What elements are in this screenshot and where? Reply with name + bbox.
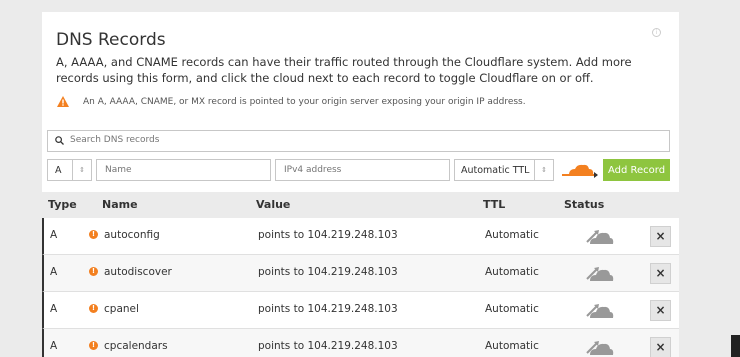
type-select[interactable]: A ⇕ — [47, 159, 92, 181]
record-type[interactable]: A — [50, 340, 57, 352]
table-header: Type Name Value TTL Status — [42, 192, 679, 218]
header-ttl[interactable]: TTL — [483, 198, 505, 211]
add-record-button[interactable]: Add Record — [603, 159, 670, 181]
close-icon[interactable]: × — [650, 226, 671, 247]
scrollbar-corner — [731, 335, 740, 357]
record-type[interactable]: A — [50, 229, 57, 241]
warning-icon — [57, 96, 69, 107]
warning-text: An A, AAAA, CNAME, or MX record is point… — [83, 97, 526, 107]
cloud-icon[interactable] — [585, 339, 615, 357]
table-row[interactable]: A! cpcalendars points to 104.219.248.103 Au… — [42, 329, 679, 357]
cloud-icon[interactable] — [585, 302, 615, 320]
record-ttl[interactable]: Automatic — [485, 229, 539, 241]
record-name[interactable]: autodiscover — [104, 266, 172, 278]
close-icon[interactable]: × — [650, 337, 671, 357]
card-title: DNS Records — [56, 30, 166, 50]
search-icon — [55, 136, 64, 145]
alert-icon: ! — [89, 267, 98, 276]
record-type[interactable]: A — [50, 266, 57, 278]
dns-records-card: DNS Records i A, AAAA, and CNAME records… — [42, 12, 679, 192]
record-ttl[interactable]: Automatic — [485, 340, 539, 352]
header-value[interactable]: Value — [256, 198, 290, 211]
search-input[interactable] — [70, 135, 660, 145]
ipv4-input[interactable] — [275, 159, 450, 181]
chevron-updown-icon[interactable]: ⇕ — [72, 160, 91, 180]
table-row[interactable]: A! autodiscover points to 104.219.248.103 A… — [42, 255, 679, 292]
alert-icon: ! — [89, 341, 98, 350]
record-value[interactable]: points to 104.219.248.103 — [258, 229, 398, 241]
header-status: Status — [564, 198, 605, 211]
record-name[interactable]: autoconfig — [104, 229, 160, 241]
right-margin — [679, 0, 740, 357]
left-margin — [0, 0, 42, 357]
search-box[interactable] — [47, 130, 670, 152]
chevron-updown-icon[interactable]: ⇕ — [534, 160, 553, 180]
alert-icon: ! — [89, 230, 98, 239]
header-type[interactable]: Type — [48, 198, 77, 211]
ttl-select[interactable]: Automatic TTL ⇕ — [454, 159, 554, 181]
record-type[interactable]: A — [50, 303, 57, 315]
close-icon[interactable]: × — [650, 300, 671, 321]
record-ttl[interactable]: Automatic — [485, 303, 539, 315]
record-value[interactable]: points to 104.219.248.103 — [258, 340, 398, 352]
record-value[interactable]: points to 104.219.248.103 — [258, 266, 398, 278]
alert-icon: ! — [89, 304, 98, 313]
type-value: A — [55, 165, 62, 176]
close-icon[interactable]: × — [650, 263, 671, 284]
ttl-value: Automatic TTL — [461, 165, 530, 176]
table-row[interactable]: A! autoconfig points to 104.219.248.103 Aut… — [42, 218, 679, 255]
record-value[interactable]: points to 104.219.248.103 — [258, 303, 398, 315]
table-row[interactable]: A! cpanel points to 104.219.248.103 Automat… — [42, 292, 679, 329]
info-icon[interactable]: i — [652, 28, 661, 37]
card-description: A, AAAA, and CNAME records can have thei… — [56, 55, 632, 85]
record-ttl[interactable]: Automatic — [485, 266, 539, 278]
cloud-icon[interactable] — [561, 162, 599, 180]
record-name[interactable]: cpcalendars — [104, 340, 168, 352]
dns-records-table: Type Name Value TTL Status A! autoconfig p… — [42, 192, 679, 357]
header-name[interactable]: Name — [102, 198, 138, 211]
cloud-icon[interactable] — [585, 265, 615, 283]
cloud-icon[interactable] — [585, 228, 615, 246]
name-input[interactable] — [96, 159, 271, 181]
record-name[interactable]: cpanel — [104, 303, 139, 315]
